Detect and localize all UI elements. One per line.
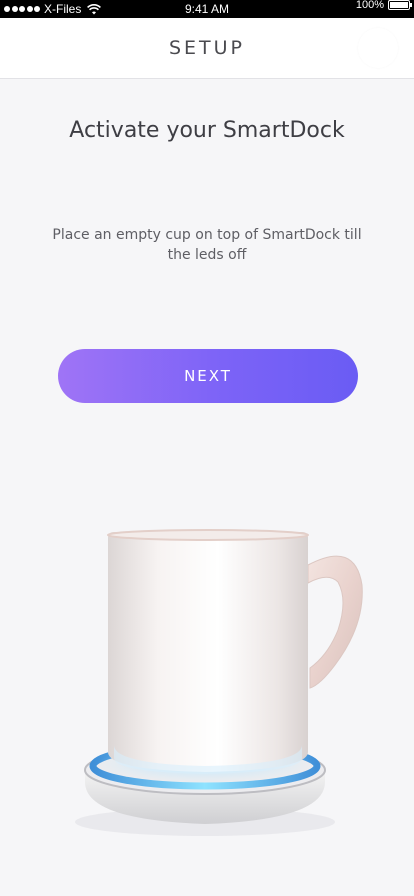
battery-level-fill xyxy=(390,2,408,8)
status-time: 9:41 AM xyxy=(184,2,230,16)
next-button[interactable]: NEXT xyxy=(58,349,358,403)
battery-percent: 100% xyxy=(355,0,384,11)
battery-icon xyxy=(388,0,412,10)
smartdock-mug-illustration xyxy=(75,529,363,836)
activation-headline: Activate your SmartDock xyxy=(69,118,345,143)
nav-bar: SETUP xyxy=(0,18,414,79)
instructions-text: Place an empty cup on top of SmartDock t… xyxy=(52,227,362,263)
status-bar: X-Files 9:41 AM 100% xyxy=(0,0,414,18)
avatar[interactable] xyxy=(358,28,398,68)
page-title: SETUP xyxy=(168,37,246,59)
status-right: 100% xyxy=(355,0,412,11)
